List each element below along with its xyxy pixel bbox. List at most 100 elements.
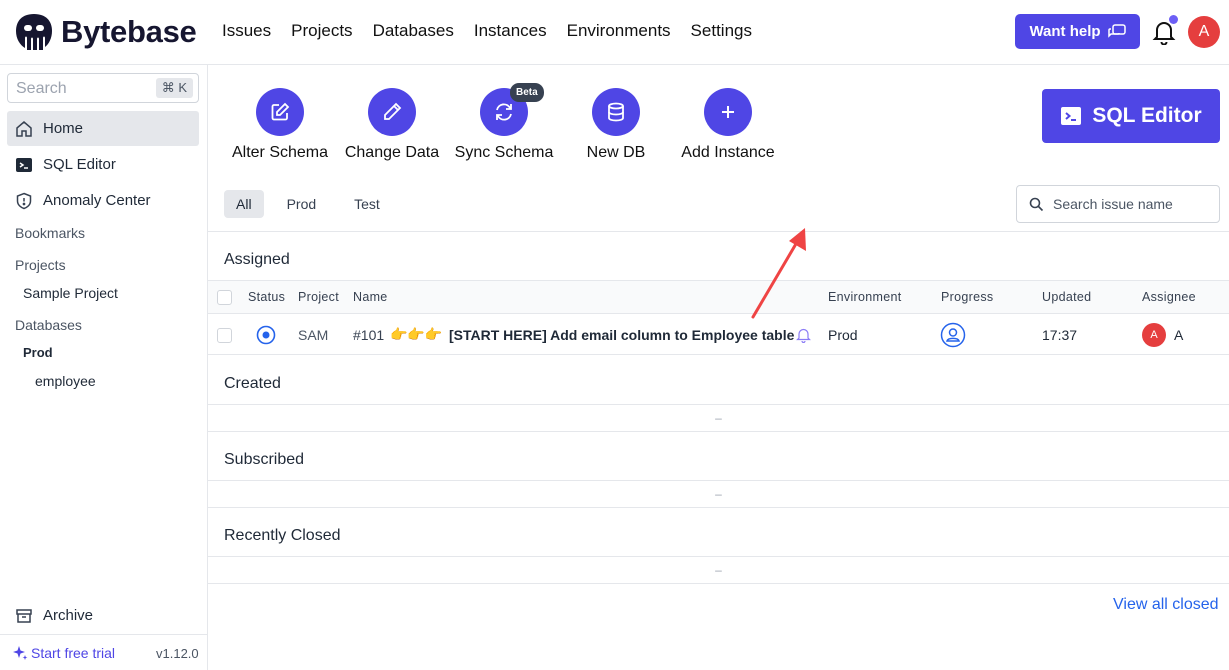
sidebar-item-home[interactable]: Home	[7, 111, 199, 146]
trial-label: Start free trial	[31, 645, 116, 661]
beta-badge: Beta	[510, 83, 544, 102]
bell-subscribe-icon[interactable]	[796, 327, 811, 343]
sidebar-item-anomaly-center[interactable]: Anomaly Center	[7, 183, 199, 218]
pencil-icon	[384, 102, 402, 120]
version-label: v1.12.0	[156, 646, 199, 661]
shield-icon	[16, 192, 32, 209]
row-project: SAM	[298, 327, 329, 343]
row-emoji: 👉👉👉	[390, 326, 443, 342]
section-created: Created	[224, 375, 281, 392]
sidebar: Search ⌘ K Home SQL Editor Anomaly Cente…	[0, 65, 208, 670]
start-free-trial-link[interactable]: Start free trial	[12, 645, 115, 661]
sidebar-footer: Start free trial v1.12.0	[0, 634, 208, 670]
assignee-avatar: A	[1142, 323, 1166, 347]
quick-action-label: Add Instance	[681, 144, 775, 161]
column-header-environment: Environment	[828, 290, 902, 304]
status-open-icon	[256, 325, 276, 345]
nav-environments[interactable]: Environments	[567, 21, 671, 41]
home-icon	[16, 120, 32, 137]
projects-label[interactable]: Projects	[15, 257, 66, 273]
quick-action-label: New DB	[586, 144, 646, 161]
edit-icon	[271, 102, 290, 121]
bookmarks-label[interactable]: Bookmarks	[15, 225, 85, 241]
main-nav: Issues Projects Databases Instances Envi…	[222, 21, 752, 41]
logo[interactable]: Bytebase	[14, 12, 197, 52]
sync-icon	[496, 103, 512, 121]
column-header-status: Status	[248, 290, 286, 304]
quick-action-change-data[interactable]: Change Data	[336, 88, 448, 162]
plus-icon	[722, 106, 734, 118]
sidebar-item-label: SQL Editor	[43, 156, 116, 173]
databases-label[interactable]: Databases	[15, 317, 82, 333]
quick-action-label: Change Data	[344, 144, 440, 161]
progress-user-icon	[940, 322, 966, 348]
issue-search-input[interactable]: Search issue name	[1016, 185, 1220, 223]
quick-action-alter-schema[interactable]: Alter Schema	[224, 88, 336, 162]
sidebar-item-label: Archive	[43, 607, 94, 624]
terminal-icon	[16, 157, 32, 172]
terminal-icon	[1061, 107, 1082, 125]
top-navigation-bar: Bytebase Issues Projects Databases Insta…	[0, 0, 1229, 65]
row-environment: Prod	[828, 327, 858, 343]
nav-settings[interactable]: Settings	[691, 21, 752, 41]
search-shortcut: ⌘ K	[155, 78, 193, 98]
issue-table-header: Status Project Name Environment Progress…	[208, 280, 1229, 314]
sidebar-env-prod: Prod	[23, 345, 53, 360]
want-help-button[interactable]: Want help	[1015, 14, 1140, 49]
sidebar-item-archive[interactable]: Archive	[7, 598, 199, 633]
section-assigned: Assigned	[224, 251, 290, 268]
sql-editor-button[interactable]: SQL Editor	[1042, 89, 1220, 143]
divider	[208, 231, 1229, 232]
sparkles-icon	[13, 646, 28, 660]
chat-icon	[1107, 23, 1126, 38]
nav-databases[interactable]: Databases	[373, 21, 454, 41]
sidebar-item-sample-project[interactable]: Sample Project	[23, 285, 118, 301]
empty-row-subscribed: –	[208, 480, 1229, 508]
archive-icon	[16, 608, 32, 623]
column-header-updated: Updated	[1042, 290, 1092, 304]
table-row[interactable]: SAM #101 👉👉👉 [START HERE] Add email colu…	[208, 315, 1229, 355]
column-header-project: Project	[298, 290, 340, 304]
want-help-label: Want help	[1029, 23, 1101, 40]
nav-issues[interactable]: Issues	[222, 21, 271, 41]
quick-action-sync-schema[interactable]: Sync Schema	[448, 88, 560, 162]
search-icon	[1029, 197, 1044, 212]
sidebar-item-sql-editor[interactable]: SQL Editor	[7, 147, 199, 182]
database-icon	[608, 102, 624, 122]
empty-row-created: –	[208, 404, 1229, 432]
row-checkbox[interactable]	[217, 328, 232, 343]
notification-dot	[1169, 15, 1178, 24]
tab-all[interactable]: All	[224, 190, 264, 218]
row-issue-number: #101	[353, 327, 385, 343]
sidebar-item-label: Anomaly Center	[43, 192, 151, 209]
tab-test[interactable]: Test	[339, 190, 395, 218]
column-header-assignee: Assignee	[1142, 290, 1196, 304]
main-content: Alter Schema Change Data Sync Schema Bet…	[208, 65, 1229, 670]
nav-projects[interactable]: Projects	[291, 21, 352, 41]
section-recently-closed: Recently Closed	[224, 527, 341, 544]
search-placeholder: Search	[16, 80, 67, 97]
sidebar-search-input[interactable]: Search ⌘ K	[7, 73, 199, 103]
quick-action-add-instance[interactable]: Add Instance	[672, 88, 784, 162]
row-issue-title[interactable]: [START HERE] Add email column to Employe…	[449, 327, 794, 343]
column-header-name: Name	[353, 290, 388, 304]
issue-search-placeholder: Search issue name	[1053, 196, 1173, 212]
bytebase-logo-icon	[16, 14, 52, 50]
section-subscribed: Subscribed	[224, 451, 305, 468]
nav-instances[interactable]: Instances	[474, 21, 547, 41]
sql-editor-button-label: SQL Editor	[1092, 104, 1202, 127]
empty-row-recently-closed: –	[208, 556, 1229, 584]
sidebar-item-employee-db[interactable]: employee	[35, 373, 96, 389]
annotation-arrow-icon	[751, 228, 806, 319]
view-all-closed-link[interactable]: View all closed	[1113, 596, 1219, 614]
tab-prod[interactable]: Prod	[272, 190, 332, 218]
select-all-checkbox[interactable]	[217, 290, 232, 305]
column-header-progress: Progress	[941, 290, 994, 304]
logo-text: Bytebase	[61, 14, 197, 49]
row-updated: 17:37	[1042, 327, 1078, 343]
quick-action-new-db[interactable]: New DB	[560, 88, 672, 162]
environment-tabs: All Prod Test	[224, 190, 395, 218]
quick-action-label: Alter Schema	[231, 144, 329, 161]
row-assignee: A	[1174, 327, 1184, 343]
user-avatar[interactable]: A	[1188, 16, 1220, 48]
